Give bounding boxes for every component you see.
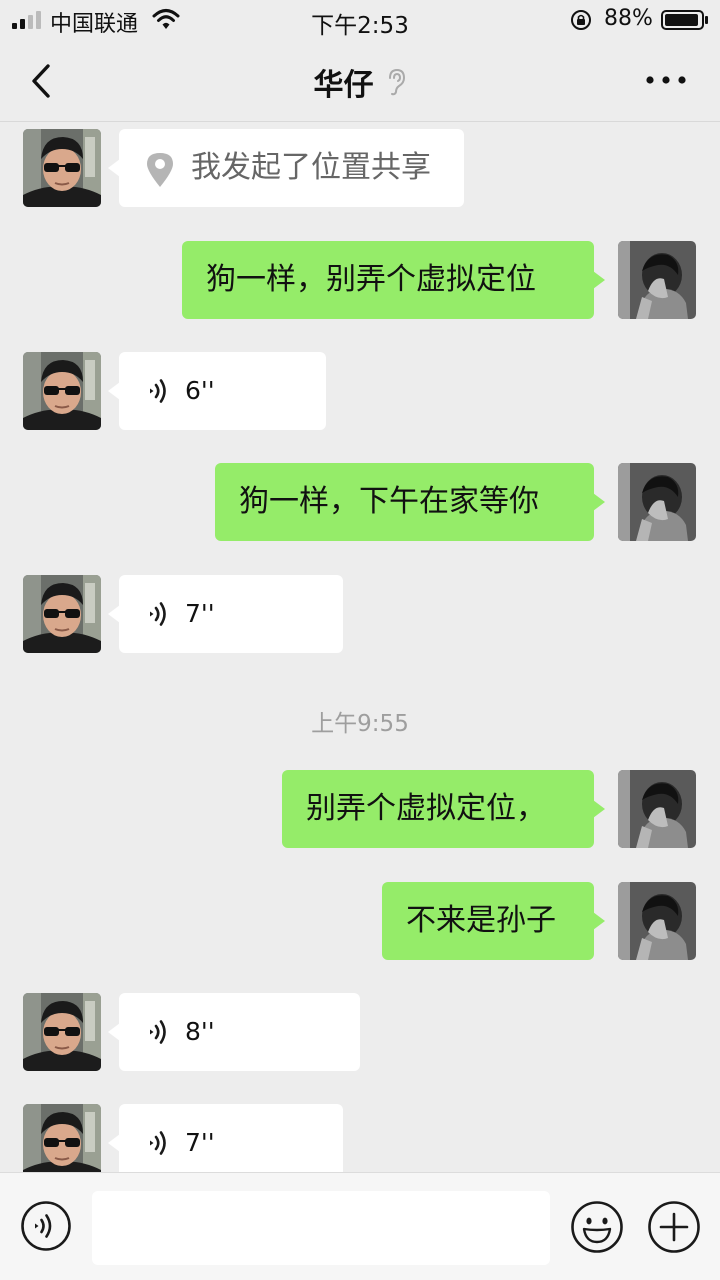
my-avatar[interactable] <box>618 770 696 848</box>
contact-avatar[interactable] <box>23 129 101 207</box>
message-timestamp: 上午9:55 <box>311 711 409 737</box>
contact-avatar[interactable] <box>23 352 101 430</box>
voice-message-bubble[interactable]: 7'' <box>108 575 343 653</box>
message-received: 7'' <box>0 1104 720 1172</box>
battery-percent: 88% <box>604 6 653 31</box>
sent-text-bubble[interactable]: 狗一样，下午在家等你 <box>215 463 605 541</box>
location-pin-icon <box>147 153 173 187</box>
sent-text-bubble[interactable]: 别弄个虚拟定位， <box>282 770 605 848</box>
voice-wave-icon <box>145 1128 175 1158</box>
message-received: 7'' <box>0 575 720 653</box>
my-avatar[interactable] <box>618 882 696 960</box>
battery-icon <box>661 10 708 30</box>
contact-avatar[interactable] <box>23 993 101 1071</box>
sent-text-bubble[interactable]: 狗一样，别弄个虚拟定位 <box>182 241 605 319</box>
voice-duration: 7'' <box>185 599 215 628</box>
voice-message-bubble[interactable]: 7'' <box>108 1104 343 1172</box>
ear-icon <box>388 68 405 96</box>
message-text: 狗一样，下午在家等你 <box>239 484 539 519</box>
voice-wave-icon <box>145 599 175 629</box>
voice-duration: 6'' <box>185 376 215 405</box>
message-text: 不来是孙子 <box>406 903 556 938</box>
voice-wave-icon <box>145 376 175 406</box>
message-input[interactable] <box>92 1191 550 1265</box>
emoji-icon[interactable] <box>570 1200 624 1254</box>
message-sent: 不来是孙子 <box>0 882 720 960</box>
contact-avatar[interactable] <box>23 1104 101 1172</box>
more-icon[interactable] <box>644 68 688 92</box>
plus-icon[interactable] <box>647 1200 701 1254</box>
orientation-lock-icon <box>571 10 591 30</box>
message-text: 别弄个虚拟定位， <box>306 791 546 826</box>
message-received: 8'' <box>0 993 720 1071</box>
message-received: 6'' <box>0 352 720 430</box>
contact-avatar[interactable] <box>23 575 101 653</box>
input-bar <box>0 1172 720 1280</box>
message-text: 狗一样，别弄个虚拟定位 <box>206 262 536 297</box>
sent-text-bubble[interactable]: 不来是孙子 <box>382 882 605 960</box>
message-sent: 别弄个虚拟定位， <box>0 770 720 848</box>
voice-mode-icon[interactable] <box>20 1200 72 1252</box>
my-avatar[interactable] <box>618 463 696 541</box>
message-sent: 狗一样，别弄个虚拟定位 <box>0 241 720 319</box>
location-share-bubble[interactable]: 我发起了位置共享 <box>108 129 464 207</box>
my-avatar[interactable] <box>618 241 696 319</box>
voice-wave-icon <box>145 1017 175 1047</box>
message-sent: 狗一样，下午在家等你 <box>0 463 720 541</box>
status-bar: 中国联通 下午2:53 88% <box>0 0 720 40</box>
chat-title: 华仔 <box>313 68 374 103</box>
voice-duration: 7'' <box>185 1128 215 1157</box>
voice-message-bubble[interactable]: 8'' <box>108 993 360 1071</box>
voice-duration: 8'' <box>185 1017 215 1046</box>
voice-message-bubble[interactable]: 6'' <box>108 352 326 430</box>
message-received: 我发起了位置共享 <box>0 129 720 207</box>
location-share-text: 我发起了位置共享 <box>191 150 431 185</box>
message-list[interactable]: 我发起了位置共享 狗一样，别弄个虚拟定位 6'' 狗一样，下午在家等你 7'' … <box>0 123 720 1172</box>
chat-header: 华仔 <box>0 40 720 122</box>
chat-title-container: 华仔 <box>0 60 720 104</box>
